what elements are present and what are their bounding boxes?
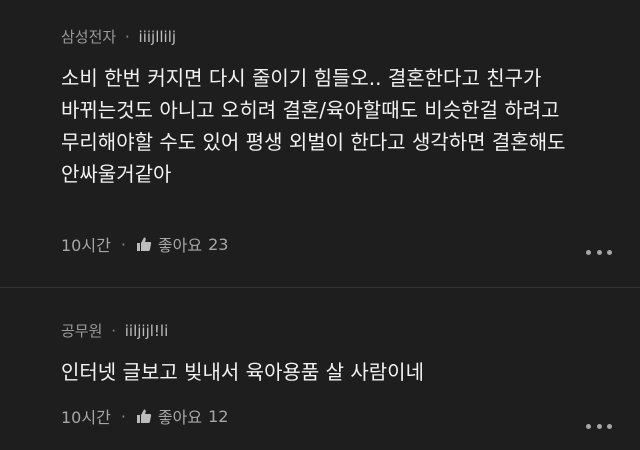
- like-button[interactable]: 좋아요 12: [136, 404, 229, 428]
- comment-time: 10시간: [61, 408, 111, 427]
- comment-item: 삼성전자 · iiijllilj 소비 한번 커지면 다시 줄이기 힘들오.. …: [0, 0, 640, 287]
- like-count: 23: [208, 234, 229, 254]
- comment-meta: 공무원 · iiljijl!li: [61, 320, 168, 341]
- dot: [586, 423, 591, 429]
- dot: [596, 423, 602, 429]
- like-button[interactable]: 좋아요 23: [136, 232, 229, 256]
- actions-separator: ·: [120, 234, 126, 254]
- author-name[interactable]: 공무원: [61, 322, 102, 340]
- more-dots-icon[interactable]: [586, 248, 612, 256]
- meta-separator: ·: [111, 322, 116, 340]
- thumbs-up-icon: [136, 237, 152, 251]
- comment-time: 10시간: [61, 236, 111, 255]
- more-dots-icon[interactable]: [586, 422, 612, 430]
- comment-actions: 10시간 · 좋아요 23: [61, 232, 228, 256]
- dot: [596, 249, 602, 255]
- comment-text: 인터넷 글보고 빚내서 육아용품 살 사람이네: [61, 360, 424, 384]
- meta-separator: ·: [124, 28, 130, 46]
- comment-meta: 삼성전자 · iiijllilj: [61, 26, 176, 47]
- author-nickname[interactable]: iiljijl!li: [125, 322, 169, 340]
- dot: [607, 423, 612, 429]
- thumbs-up-icon: [136, 409, 152, 423]
- comment-text: 소비 한번 커지면 다시 줄이기 힘들오.. 결혼한다고 친구가 바뀌는것도 아…: [61, 66, 566, 186]
- like-label: 좋아요: [157, 408, 203, 427]
- comment-actions: 10시간 · 좋아요 12: [61, 404, 228, 428]
- author-nickname[interactable]: iiijllilj: [139, 28, 177, 46]
- actions-separator: ·: [120, 406, 126, 426]
- comment-item: 공무원 · iiljijl!li 인터넷 글보고 빚내서 육아용품 살 사람이네…: [0, 288, 640, 450]
- like-label: 좋아요: [157, 236, 203, 255]
- dot: [586, 249, 591, 255]
- like-count: 12: [208, 406, 229, 426]
- dot: [607, 249, 612, 255]
- author-name[interactable]: 삼성전자: [61, 28, 116, 46]
